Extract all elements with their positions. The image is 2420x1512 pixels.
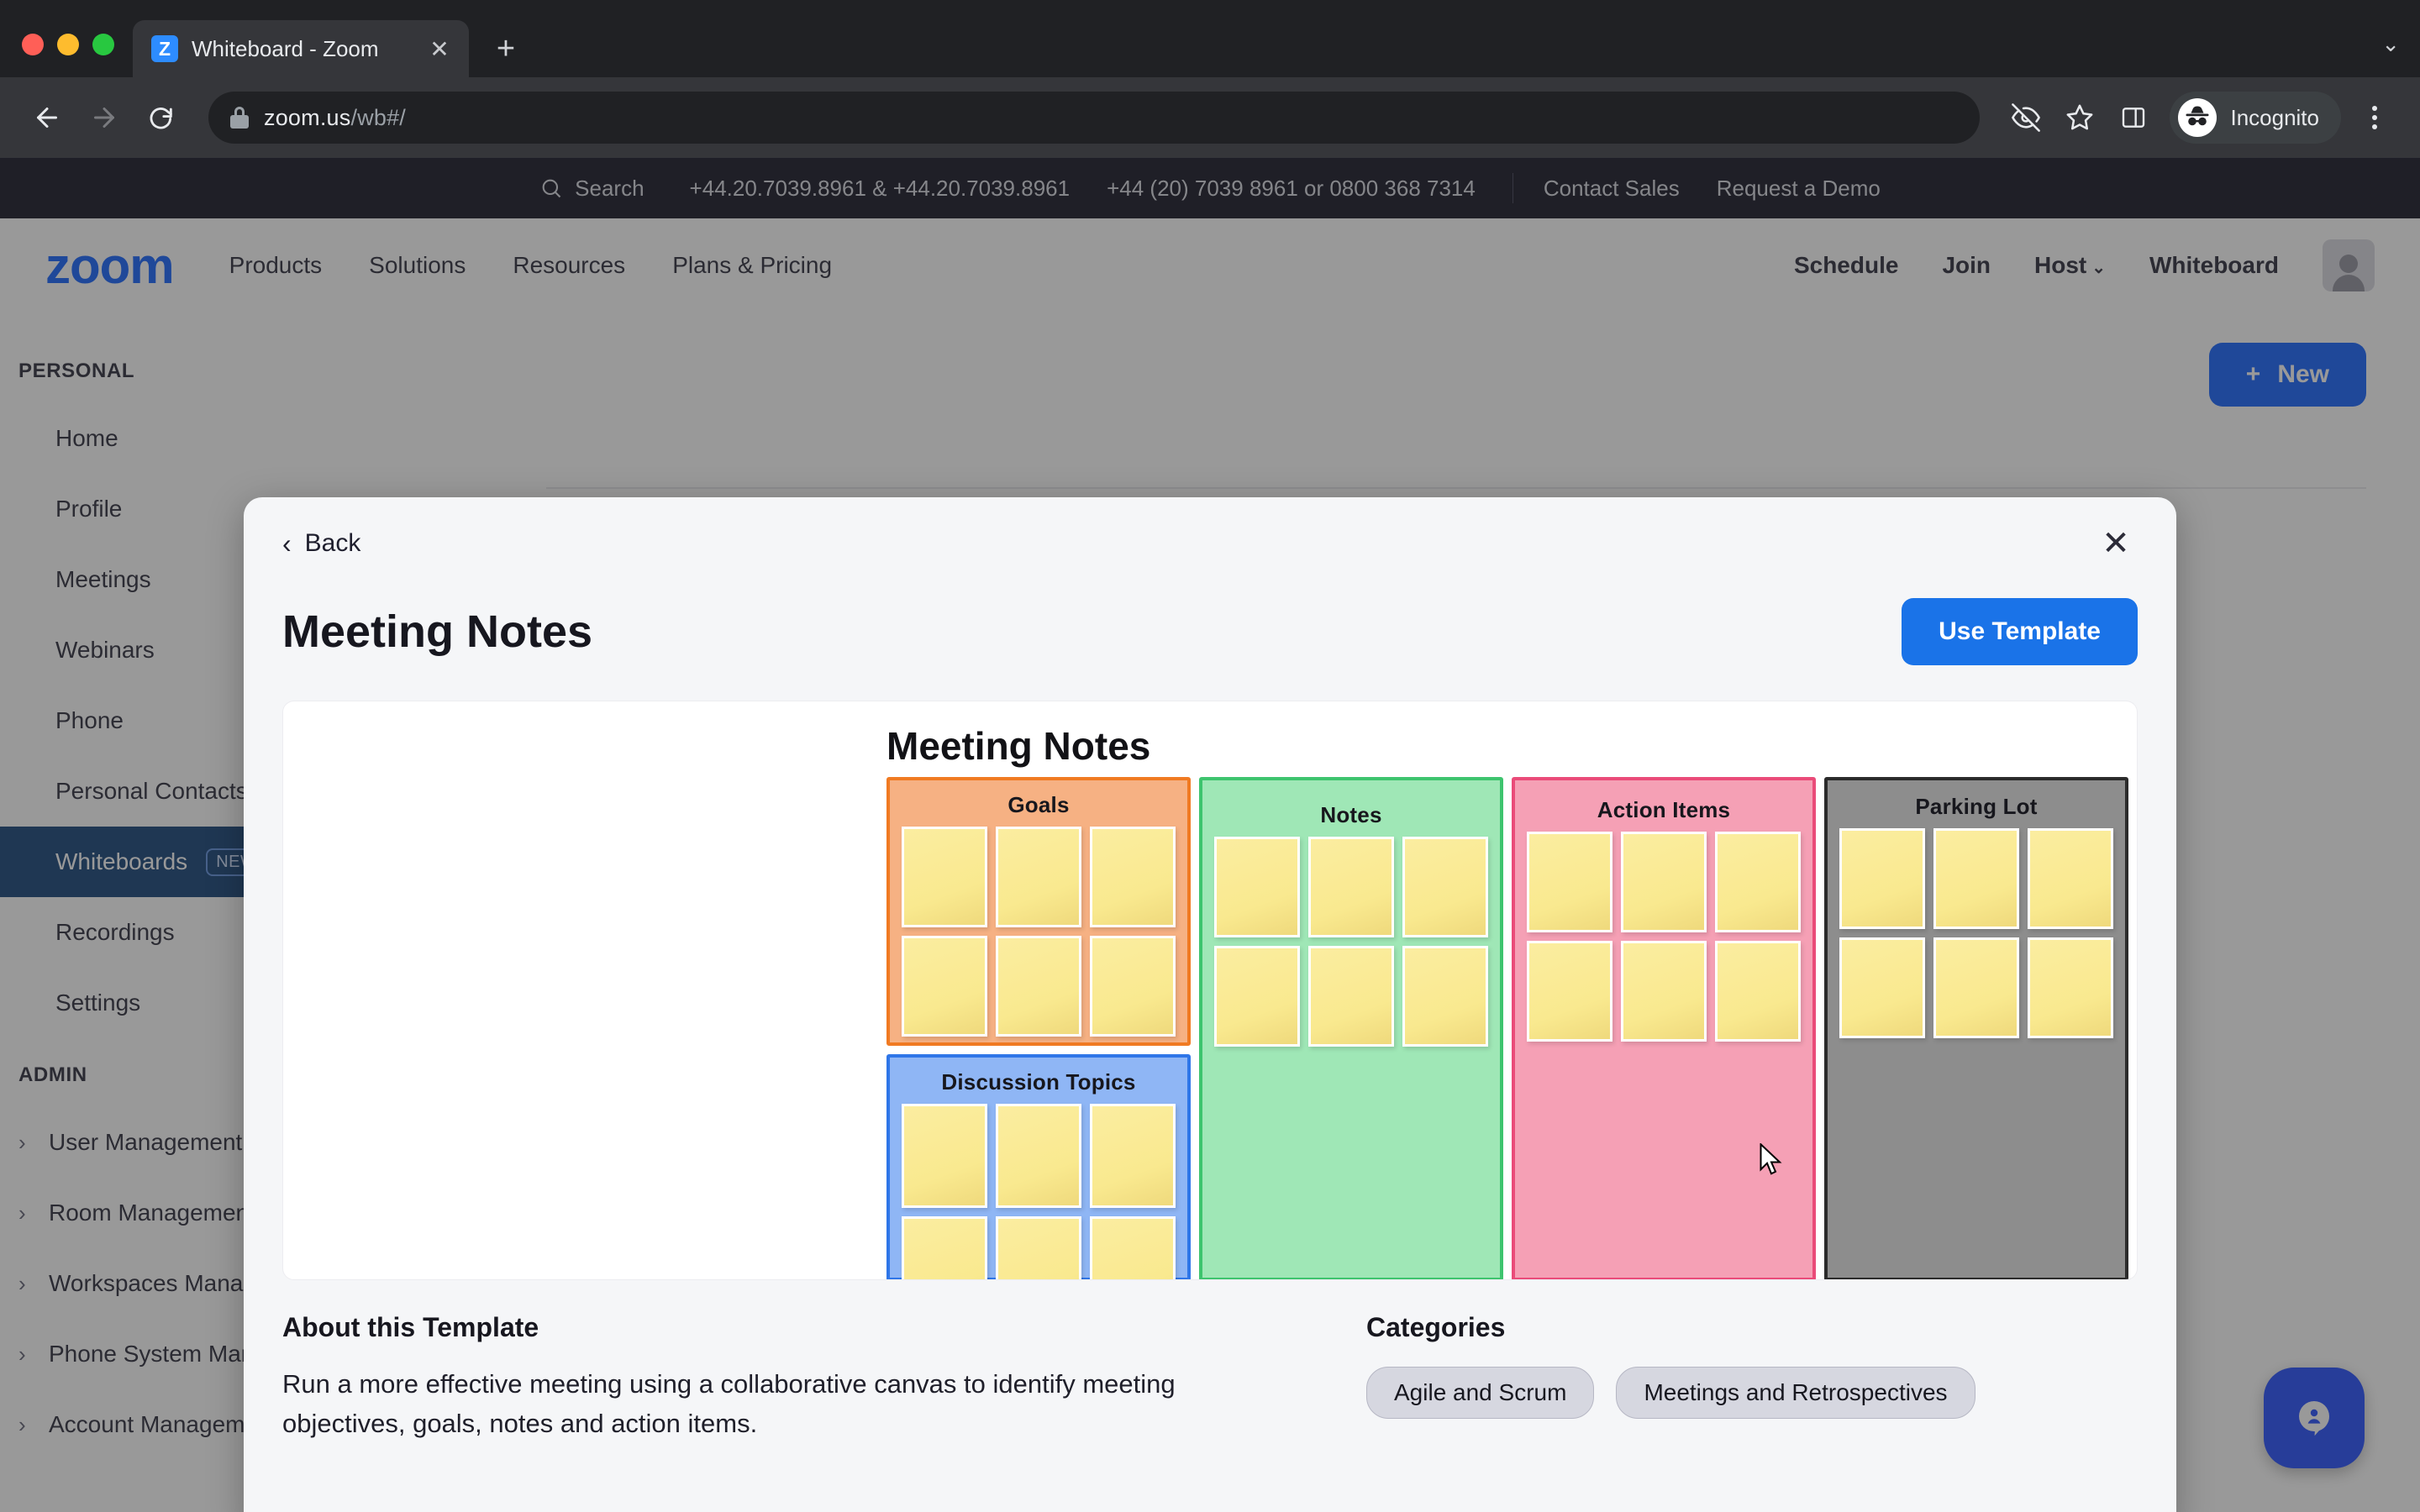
categories-section: Categories Agile and Scrum Meetings and … bbox=[1366, 1312, 1975, 1443]
whiteboard-column-goals: Goals bbox=[886, 777, 1191, 1046]
window-traffic-lights bbox=[0, 34, 133, 77]
use-template-button[interactable]: Use Template bbox=[1902, 598, 2138, 665]
template-preview: Meeting Notes Goals Discussion Topics No… bbox=[282, 701, 2138, 1280]
sticky-note[interactable] bbox=[1933, 828, 2019, 929]
minimize-window-button[interactable] bbox=[57, 34, 79, 55]
url-domain: zoom.us bbox=[264, 104, 351, 130]
sticky-note[interactable] bbox=[1090, 827, 1176, 927]
sticky-note[interactable] bbox=[902, 1216, 987, 1279]
sticky-note-grid bbox=[1828, 820, 2125, 1038]
sticky-note[interactable] bbox=[902, 1104, 987, 1208]
sticky-note[interactable] bbox=[1308, 837, 1394, 937]
category-chip-meetings-and-retrospectives[interactable]: Meetings and Retrospectives bbox=[1616, 1367, 1975, 1419]
sticky-note[interactable] bbox=[1214, 837, 1300, 937]
about-heading: About this Template bbox=[282, 1312, 539, 1342]
sticky-note-grid bbox=[890, 818, 1187, 1037]
close-tab-icon[interactable]: ✕ bbox=[425, 34, 454, 63]
whiteboard-column-discussion-topics: Discussion Topics bbox=[886, 1054, 1191, 1279]
back-button[interactable]: ‹ Back bbox=[282, 529, 360, 558]
sticky-note[interactable] bbox=[996, 1104, 1081, 1208]
about-text: Run a more effective meeting using a col… bbox=[282, 1369, 1176, 1438]
sticky-note[interactable] bbox=[996, 1216, 1081, 1279]
sticky-note-grid bbox=[890, 1095, 1187, 1279]
whiteboard-title: Meeting Notes bbox=[886, 724, 1151, 768]
profile-label: Incognito bbox=[2230, 104, 2319, 130]
category-chip-agile-and-scrum[interactable]: Agile and Scrum bbox=[1366, 1367, 1595, 1419]
sticky-note-grid bbox=[1515, 823, 1812, 1042]
toolbar-icons: Incognito bbox=[2002, 92, 2398, 144]
new-tab-button[interactable]: + bbox=[482, 25, 529, 72]
about-section: About this Template Run a more effective… bbox=[282, 1312, 1291, 1443]
chevron-left-icon: ‹ bbox=[282, 528, 292, 559]
sticky-note-grid bbox=[1202, 828, 1500, 1047]
sticky-note[interactable] bbox=[1308, 946, 1394, 1047]
sticky-note[interactable] bbox=[1715, 941, 1801, 1042]
sticky-note[interactable] bbox=[1933, 937, 2019, 1038]
maximize-window-button[interactable] bbox=[92, 34, 114, 55]
sticky-note[interactable] bbox=[1090, 936, 1176, 1037]
sticky-note[interactable] bbox=[2028, 937, 2113, 1038]
modal-title-row: Meeting Notes Use Template bbox=[244, 598, 2176, 665]
sticky-note[interactable] bbox=[1214, 946, 1300, 1047]
sticky-note[interactable] bbox=[902, 827, 987, 927]
lock-icon bbox=[230, 107, 249, 129]
side-panel-icon[interactable] bbox=[2109, 93, 2158, 142]
column-header: Discussion Topics bbox=[941, 1069, 1136, 1095]
sticky-note[interactable] bbox=[1715, 832, 1801, 932]
use-template-label: Use Template bbox=[1939, 617, 2101, 645]
zoom-favicon-icon: Z bbox=[151, 35, 178, 62]
modal-topbar: ‹ Back ✕ bbox=[244, 497, 2176, 590]
bookmark-star-icon[interactable] bbox=[2055, 93, 2104, 142]
sticky-note[interactable] bbox=[996, 936, 1081, 1037]
browser-tabstrip: Z Whiteboard - Zoom ✕ + ⌄ bbox=[0, 0, 2420, 77]
whiteboard-column-parking-lot: Parking Lot bbox=[1824, 777, 2128, 1279]
sticky-note[interactable] bbox=[1090, 1104, 1176, 1208]
sticky-note[interactable] bbox=[1839, 937, 1925, 1038]
sticky-note[interactable] bbox=[1839, 828, 1925, 929]
category-chip-list: Agile and Scrum Meetings and Retrospecti… bbox=[1366, 1367, 1975, 1419]
incognito-icon bbox=[2178, 98, 2217, 137]
chrome-menu-icon[interactable] bbox=[2351, 94, 2398, 141]
mouse-cursor bbox=[1759, 1142, 1784, 1181]
forward-arrow-icon[interactable] bbox=[79, 92, 129, 143]
categories-heading: Categories bbox=[1366, 1312, 1506, 1342]
sticky-note[interactable] bbox=[996, 827, 1081, 927]
browser-tab[interactable]: Z Whiteboard - Zoom ✕ bbox=[133, 20, 469, 77]
sticky-note[interactable] bbox=[1527, 832, 1612, 932]
tab-search-chevron-down-icon[interactable]: ⌄ bbox=[2381, 31, 2400, 57]
column-header: Action Items bbox=[1597, 797, 1731, 822]
page-content: Search +44.20.7039.8961 & +44.20.7039.89… bbox=[0, 158, 2420, 1512]
template-detail-modal: ‹ Back ✕ Meeting Notes Use Template Meet… bbox=[244, 497, 2176, 1512]
browser-toolbar: zoom.us/wb#/ Incognito bbox=[0, 77, 2420, 158]
whiteboard-column-notes: Notes bbox=[1199, 777, 1503, 1279]
sticky-note[interactable] bbox=[1402, 837, 1488, 937]
whiteboard-column-action-items: Action Items bbox=[1512, 777, 1816, 1279]
reload-icon[interactable] bbox=[136, 92, 187, 143]
sticky-note[interactable] bbox=[1402, 946, 1488, 1047]
browser-window: Z Whiteboard - Zoom ✕ + ⌄ zoom.us/wb#/ I… bbox=[0, 0, 2420, 1512]
sticky-note[interactable] bbox=[1527, 941, 1612, 1042]
whiteboard-board: Goals Discussion Topics Notes Action Ite… bbox=[886, 777, 2128, 1279]
sticky-note[interactable] bbox=[2028, 828, 2113, 929]
incognito-profile-button[interactable]: Incognito bbox=[2170, 92, 2341, 144]
close-icon[interactable]: ✕ bbox=[2094, 522, 2138, 565]
sticky-note[interactable] bbox=[1090, 1216, 1176, 1279]
sticky-note[interactable] bbox=[1621, 832, 1707, 932]
page-title: Meeting Notes bbox=[282, 606, 593, 657]
close-window-button[interactable] bbox=[22, 34, 44, 55]
address-bar[interactable]: zoom.us/wb#/ bbox=[208, 92, 1981, 144]
url-path: /wb#/ bbox=[350, 104, 406, 130]
modal-footer: About this Template Run a more effective… bbox=[244, 1280, 2176, 1443]
url-text: zoom.us/wb#/ bbox=[264, 105, 406, 131]
sticky-note[interactable] bbox=[1621, 941, 1707, 1042]
column-header: Goals bbox=[1007, 792, 1070, 817]
tabstrip-right-controls: ⌄ bbox=[2381, 31, 2420, 77]
back-button-label: Back bbox=[304, 529, 361, 557]
sticky-note[interactable] bbox=[902, 936, 987, 1037]
back-arrow-icon[interactable] bbox=[22, 92, 72, 143]
eye-off-icon[interactable] bbox=[2002, 93, 2050, 142]
column-header: Parking Lot bbox=[1915, 794, 2038, 819]
tab-title: Whiteboard - Zoom bbox=[192, 35, 379, 61]
column-header: Notes bbox=[1320, 802, 1382, 827]
